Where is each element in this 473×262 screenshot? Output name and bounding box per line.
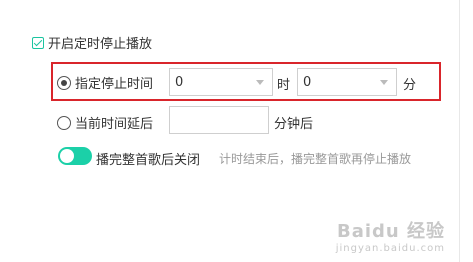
minute-unit-label: 分	[403, 78, 417, 93]
toggle-knob	[60, 149, 74, 163]
delay-radio[interactable]	[57, 115, 71, 130]
minute-select-value: 0	[303, 74, 312, 90]
finish-song-toggle[interactable]	[58, 147, 92, 165]
hour-select-value: 0	[175, 74, 184, 90]
enable-timer-checkbox[interactable]	[32, 36, 44, 49]
enable-timer-label: 开启定时停止播放	[48, 37, 153, 52]
baidu-watermark: Baidu 经验 jingyan.baidu.com	[336, 217, 445, 254]
enable-timer-row[interactable]: 开启定时停止播放	[32, 33, 152, 52]
delay-minutes-input[interactable]	[169, 106, 269, 134]
minute-select[interactable]: 0	[297, 68, 397, 96]
specified-time-option[interactable]: 指定停止时间	[57, 73, 153, 92]
finish-song-hint: 计时结束后，播完整首歌再停止播放	[219, 152, 412, 166]
specified-time-radio[interactable]	[57, 75, 71, 90]
watermark-main: Baidu 经验	[336, 221, 445, 242]
delay-label: 当前时间延后	[75, 117, 154, 132]
specified-time-label: 指定停止时间	[75, 77, 154, 92]
timer-settings-panel: 开启定时停止播放 指定停止时间 0 时 0 分 当前时间延后 分钟后 播完整首歌…	[0, 0, 460, 262]
delay-unit-label: 分钟后	[274, 117, 314, 132]
delay-option[interactable]: 当前时间延后	[57, 113, 153, 132]
hour-unit-label: 时	[277, 78, 291, 93]
watermark-sub: jingyan.baidu.com	[335, 243, 445, 254]
hour-select[interactable]: 0	[169, 68, 273, 96]
finish-song-label: 播完整首歌后关闭	[96, 153, 201, 168]
chevron-down-icon	[256, 79, 264, 85]
chevron-down-icon	[380, 79, 388, 85]
